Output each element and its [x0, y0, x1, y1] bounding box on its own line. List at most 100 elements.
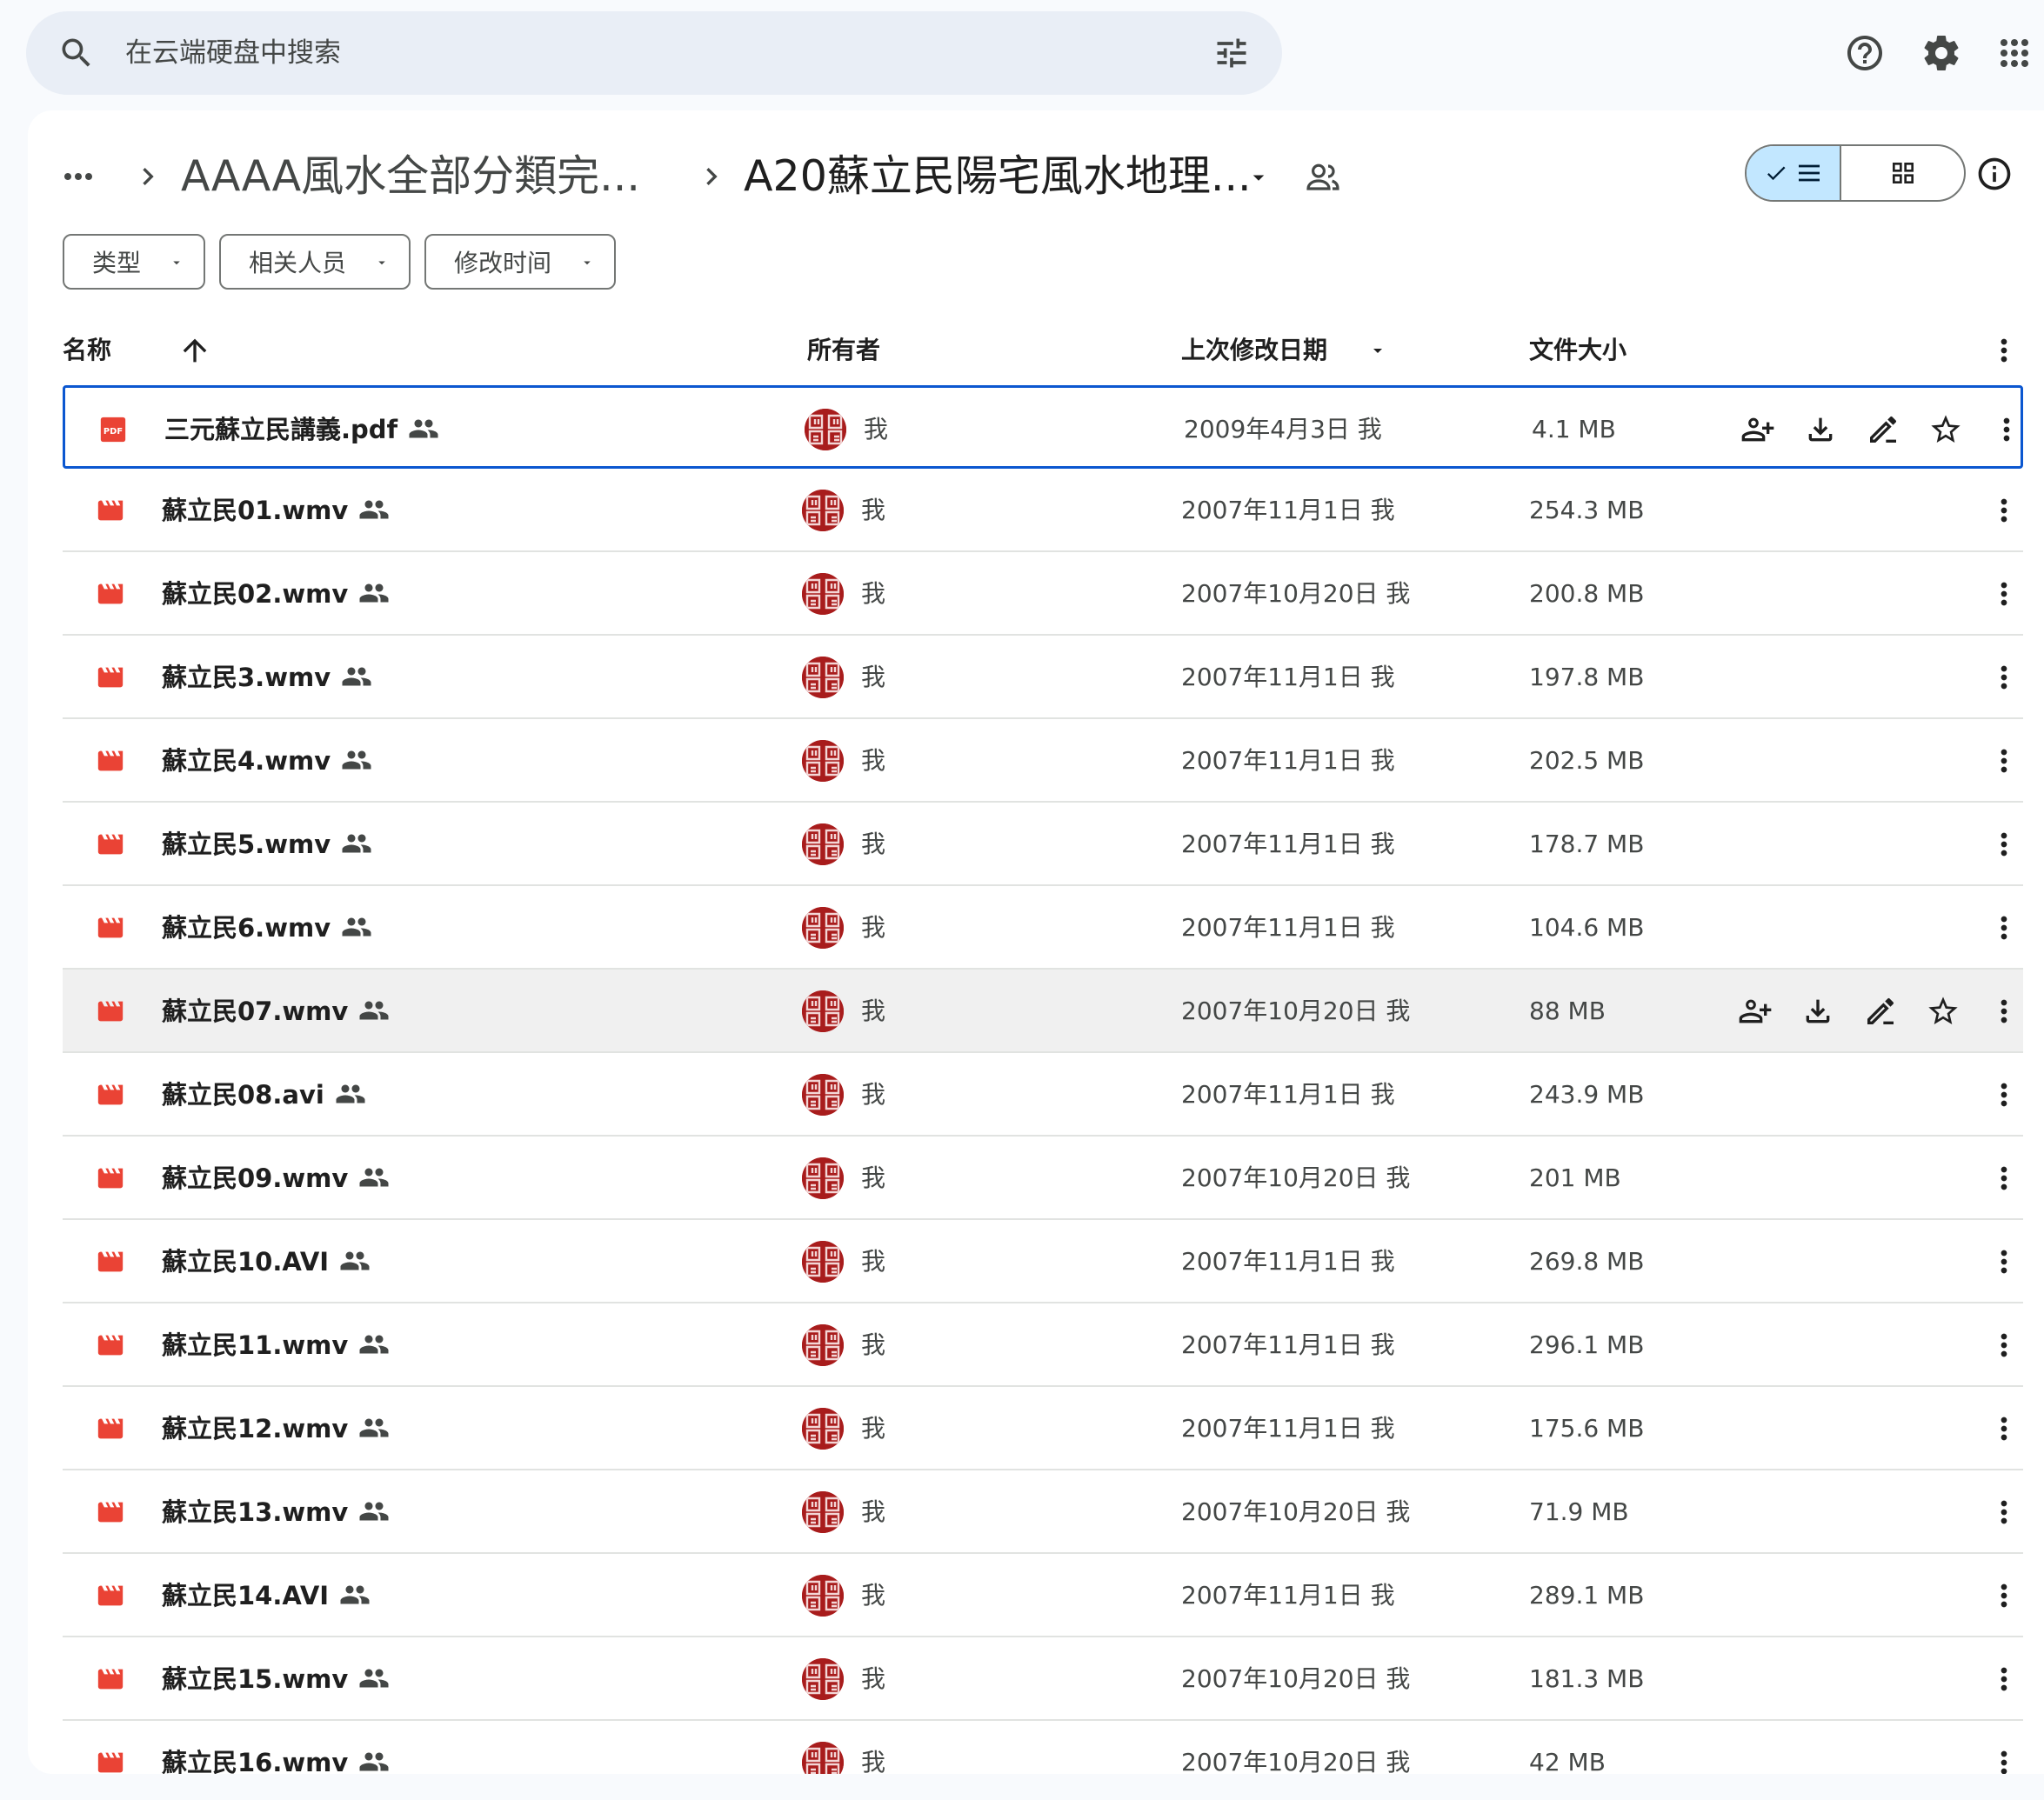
download-icon[interactable]: [1800, 994, 1835, 1029]
caret-down-icon: [584, 261, 591, 265]
more-horiz-icon[interactable]: [57, 156, 99, 197]
file-name[interactable]: 蘇立民16.wmv: [162, 1721, 390, 1774]
breadcrumb-item-current[interactable]: A20蘇立民陽宅風水地理...: [744, 143, 1252, 210]
file-name[interactable]: 蘇立民02.wmv: [162, 552, 390, 636]
caret-down-icon[interactable]: [1367, 340, 1388, 361]
file-name[interactable]: 蘇立民13.wmv: [162, 1470, 390, 1554]
shared-icon: [359, 500, 389, 519]
more-vert-icon[interactable]: [1987, 1244, 2021, 1279]
table-row[interactable]: 蘇立民12.wmv 我 2007年11月1日 我 175.6 MB: [63, 1387, 2023, 1470]
more-vert-icon[interactable]: [1987, 333, 2021, 368]
apps-icon[interactable]: [1994, 32, 2035, 74]
view-toggle[interactable]: [1745, 144, 1966, 202]
table-row[interactable]: 蘇立民01.wmv 我 2007年11月1日 我 254.3 MB: [63, 469, 2023, 552]
file-name[interactable]: 蘇立民14.AVI: [162, 1554, 371, 1637]
table-row[interactable]: 蘇立民3.wmv 我 2007年11月1日 我 197.8 MB: [63, 636, 2023, 719]
sort-arrow-up-icon[interactable]: [177, 333, 212, 368]
column-name[interactable]: 名称: [63, 323, 111, 378]
table-row[interactable]: PDF 三元蘇立民講義.pdf 我 2009年4月3日 我 4.1 MB: [63, 385, 2023, 469]
star-icon[interactable]: [1926, 994, 1961, 1029]
more-vert-icon[interactable]: [1987, 1495, 2021, 1530]
column-modified[interactable]: 上次修改日期: [1181, 323, 1327, 378]
more-vert-icon[interactable]: [1987, 994, 2021, 1029]
column-size[interactable]: 文件大小: [1529, 323, 1627, 378]
help-icon[interactable]: [1844, 32, 1886, 74]
file-name[interactable]: 蘇立民15.wmv: [162, 1637, 390, 1721]
share-icon[interactable]: [1738, 994, 1773, 1029]
file-size: 243.9 MB: [1529, 1080, 1645, 1109]
table-row[interactable]: 蘇立民6.wmv 我 2007年11月1日 我 104.6 MB: [63, 886, 2023, 970]
owner-label: 我: [861, 1497, 886, 1526]
rename-icon[interactable]: [1863, 994, 1898, 1029]
table-row[interactable]: 蘇立民10.AVI 我 2007年11月1日 我 269.8 MB: [63, 1220, 2023, 1303]
file-name[interactable]: 蘇立民12.wmv: [162, 1387, 390, 1470]
table-row[interactable]: 蘇立民16.wmv 我 2007年10月20日 我 42 MB: [63, 1721, 2023, 1774]
list-view-button[interactable]: [1747, 146, 1841, 200]
more-vert-icon[interactable]: [1987, 1161, 2021, 1196]
rename-icon[interactable]: [1866, 412, 1900, 447]
file-name[interactable]: 蘇立民10.AVI: [162, 1220, 371, 1303]
more-vert-icon[interactable]: [1987, 577, 2021, 611]
table-row[interactable]: 蘇立民14.AVI 我 2007年11月1日 我 289.1 MB: [63, 1554, 2023, 1637]
more-vert-icon[interactable]: [1987, 1077, 2021, 1112]
file-name-text: 蘇立民14.AVI: [162, 1581, 330, 1610]
file-name[interactable]: 蘇立民5.wmv: [162, 803, 372, 886]
more-vert-icon[interactable]: [1987, 660, 2021, 695]
file-name[interactable]: 蘇立民4.wmv: [162, 719, 372, 803]
grid-view-button[interactable]: [1841, 146, 1964, 200]
file-name[interactable]: 蘇立民08.avi: [162, 1053, 366, 1137]
more-vert-icon[interactable]: [1987, 1578, 2021, 1613]
shared-folder-icon[interactable]: [1303, 156, 1345, 197]
filter-people[interactable]: 相关人员: [219, 234, 411, 290]
star-icon[interactable]: [1928, 412, 1963, 447]
avatar: [805, 409, 846, 450]
video-file-icon: [97, 1084, 124, 1105]
caret-down-icon[interactable]: [1246, 164, 1272, 190]
more-vert-icon[interactable]: [1987, 493, 2021, 528]
share-icon[interactable]: [1740, 412, 1775, 447]
file-name[interactable]: 三元蘇立民講義.pdf: [164, 388, 439, 471]
more-vert-icon[interactable]: [1987, 1662, 2021, 1697]
settings-icon[interactable]: [1920, 32, 1962, 74]
table-row[interactable]: 蘇立民4.wmv 我 2007年11月1日 我 202.5 MB: [63, 719, 2023, 803]
filter-modified[interactable]: 修改时间: [424, 234, 616, 290]
file-name-text: 蘇立民07.wmv: [162, 997, 349, 1026]
table-row[interactable]: 蘇立民09.wmv 我 2007年10月20日 我 201 MB: [63, 1137, 2023, 1220]
table-row[interactable]: 蘇立民5.wmv 我 2007年11月1日 我 178.7 MB: [63, 803, 2023, 886]
more-vert-icon[interactable]: [1987, 910, 2021, 945]
info-icon[interactable]: [1975, 155, 2014, 193]
more-vert-icon[interactable]: [1989, 412, 2024, 447]
table-row[interactable]: 蘇立民11.wmv 我 2007年11月1日 我 296.1 MB: [63, 1303, 2023, 1387]
breadcrumb-item-parent[interactable]: AAAA風水全部分類完...: [181, 143, 640, 210]
more-vert-icon[interactable]: [1987, 1745, 2021, 1774]
more-vert-icon[interactable]: [1987, 827, 2021, 862]
avatar: [802, 1742, 844, 1774]
file-size: 104.6 MB: [1529, 913, 1645, 942]
owner-label: 我: [861, 1330, 886, 1359]
search-icon[interactable]: [57, 34, 96, 72]
table-row[interactable]: 蘇立民08.avi 我 2007年11月1日 我 243.9 MB: [63, 1053, 2023, 1137]
search-options-icon[interactable]: [1212, 34, 1251, 72]
table-row[interactable]: 蘇立民15.wmv 我 2007年10月20日 我 181.3 MB: [63, 1637, 2023, 1721]
more-vert-icon[interactable]: [1987, 1328, 2021, 1363]
file-name[interactable]: 蘇立民09.wmv: [162, 1137, 390, 1220]
file-name[interactable]: 蘇立民6.wmv: [162, 886, 372, 970]
table-row[interactable]: 蘇立民13.wmv 我 2007年10月20日 我 71.9 MB: [63, 1470, 2023, 1554]
file-name[interactable]: 蘇立民07.wmv: [162, 970, 390, 1053]
chevron-right-icon: [706, 168, 718, 185]
filter-type[interactable]: 类型: [63, 234, 205, 290]
file-name[interactable]: 蘇立民11.wmv: [162, 1303, 390, 1387]
search-bar[interactable]: 在云端硬盘中搜索: [26, 11, 1282, 95]
search-input[interactable]: 在云端硬盘中搜索: [125, 11, 341, 95]
owner-label: 我: [861, 663, 886, 691]
file-name[interactable]: 蘇立民3.wmv: [162, 636, 372, 719]
table-row[interactable]: 蘇立民02.wmv 我 2007年10月20日 我 200.8 MB: [63, 552, 2023, 636]
more-vert-icon[interactable]: [1987, 743, 2021, 778]
table-row[interactable]: 蘇立民07.wmv 我 2007年10月20日 我 88 MB: [63, 970, 2023, 1053]
more-vert-icon[interactable]: [1987, 1411, 2021, 1446]
file-browser: AAAA風水全部分類完... A20蘇立民陽宅風水地理... 类型 相关人员 修…: [28, 110, 2044, 1774]
file-name[interactable]: 蘇立民01.wmv: [162, 469, 390, 552]
download-icon[interactable]: [1803, 412, 1838, 447]
modified-date: 2007年11月1日 我: [1181, 1247, 1395, 1276]
breadcrumb: AAAA風水全部分類完... A20蘇立民陽宅風水地理...: [28, 110, 2044, 241]
